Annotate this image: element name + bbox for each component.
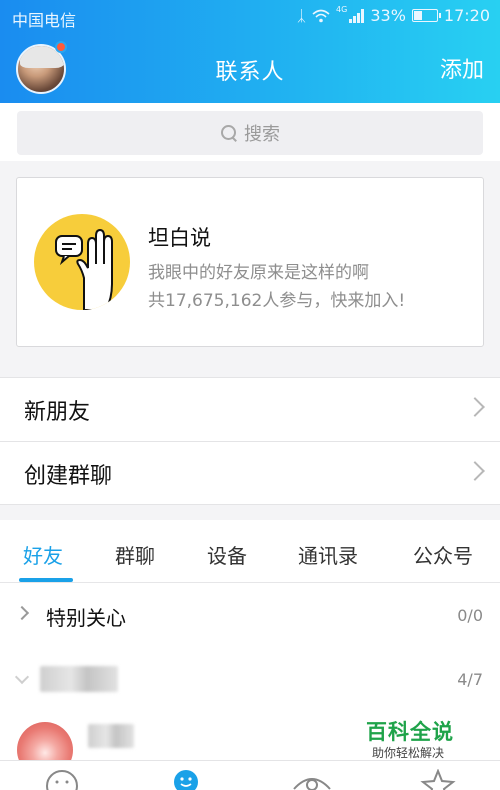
group-count: 0/0 [457,606,483,625]
search-icon [220,124,238,142]
new-friends-label: 新朋友 [24,400,91,425]
clock: 17:20 [443,6,490,25]
contacts-icon[interactable] [173,769,199,790]
bottom-navigation [0,760,500,790]
network-type: 4G [336,5,348,14]
watermark-subtitle: 助你轻松解决 [372,746,445,760]
blurred-group-name [40,666,118,692]
tab-address-book[interactable]: 通讯录 [298,540,358,569]
search-input[interactable]: 搜索 [17,111,483,155]
group-name: 特别关心 [46,606,126,630]
tab-groups[interactable]: 群聊 [115,540,155,569]
hand-chat-icon [34,214,130,310]
notification-dot [55,41,67,53]
battery-percent: 33% [370,6,406,25]
watermark-title: 百科全说 [366,720,454,744]
search-section: 搜索 [0,103,500,161]
status-bar: 中国电信 ᛣ 4G 33% 17:20 [0,0,500,34]
blurred-friend-name [88,724,134,748]
smiley-icon[interactable] [45,769,79,790]
chevron-right-icon [465,461,485,481]
top-bar: 中国电信 ᛣ 4G 33% 17:20 联系人 添加 [0,0,500,103]
status-right: ᛣ 4G 33% 17:20 [297,5,490,25]
chevron-right-icon [465,397,485,417]
tanbai-banner[interactable]: 坦白说 我眼中的好友原来是这样的啊 共17,675,162人参与，快来加入! [16,177,484,347]
tab-friends[interactable]: 好友 [23,540,63,569]
carrier-name: 中国电信 [12,11,77,30]
chevron-right-icon [14,605,30,621]
new-friends-row[interactable]: 新朋友 [0,377,500,439]
create-group-chat-row[interactable]: 创建群聊 [0,441,500,503]
group-blurred[interactable]: 4/7 [0,648,500,710]
search-placeholder: 搜索 [244,124,280,145]
chevron-down-icon [14,669,30,685]
eye-icon[interactable] [292,769,332,790]
banner-section: 坦白说 我眼中的好友原来是这样的啊 共17,675,162人参与，快来加入! [0,161,500,377]
page-title: 联系人 [215,60,285,85]
contact-tabs: 好友 群聊 设备 通讯录 公众号 [0,520,500,583]
wifi-icon [312,9,330,22]
active-tab-indicator [19,578,73,582]
tab-official-accounts[interactable]: 公众号 [413,540,473,569]
tab-devices[interactable]: 设备 [207,540,247,569]
section-divider [0,504,500,520]
group-special-care[interactable]: 特别关心 0/0 [0,584,500,646]
add-button[interactable]: 添加 [440,52,484,84]
group-count: 4/7 [457,670,483,689]
star-icon[interactable] [420,769,456,790]
create-group-chat-label: 创建群聊 [24,464,113,489]
watermark: 百科全说 助你轻松解决 [350,714,500,762]
battery-icon [411,9,441,22]
header: 联系人 添加 [0,34,500,103]
signal-icon [349,8,365,23]
bluetooth-icon: ᛣ [297,6,307,25]
banner-subtitle: 我眼中的好友原来是这样的啊 [148,263,369,283]
banner-participants: 共17,675,162人参与，快来加入! [148,291,406,311]
banner-title: 坦白说 [148,226,211,250]
